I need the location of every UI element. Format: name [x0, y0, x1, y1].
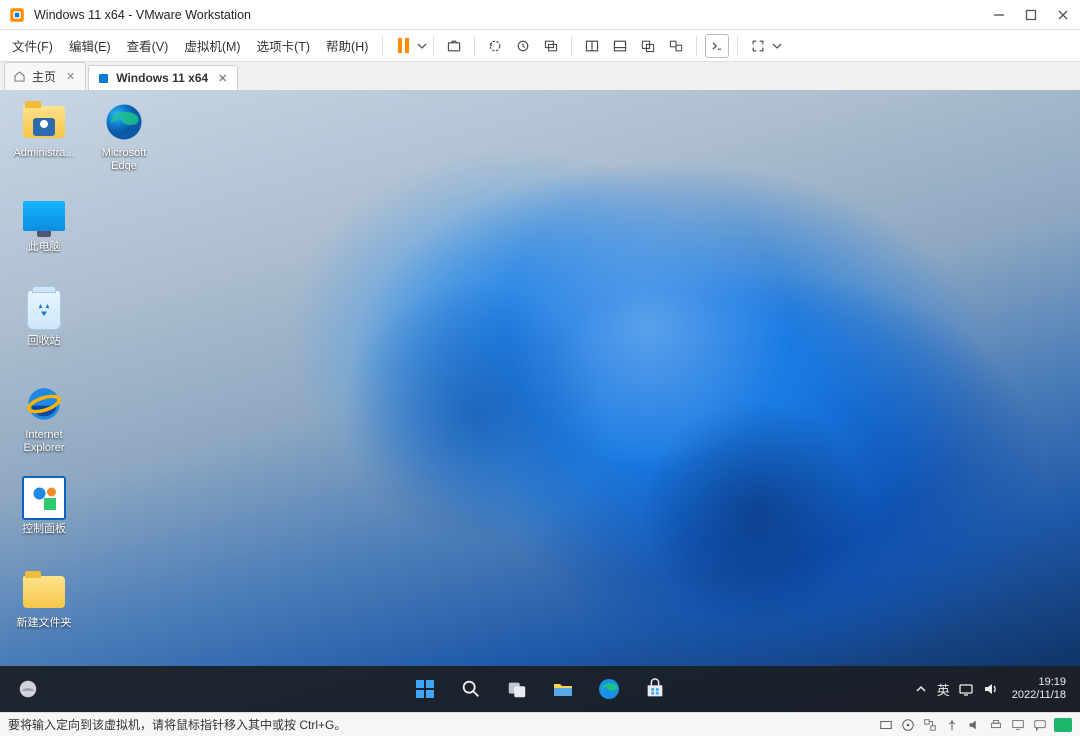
- toolbar-fullscreen-dropdown-icon[interactable]: [772, 41, 782, 51]
- desktop-icon-ie[interactable]: Internet Explorer: [8, 382, 80, 472]
- menu-view[interactable]: 查看(V): [119, 32, 177, 59]
- guest-viewport[interactable]: Administra... Microsoft Edge 此电脑 回收站: [0, 90, 1080, 712]
- file-explorer-icon: [551, 677, 575, 701]
- desktop-icon-new-folder-label: 新建文件夹: [17, 617, 72, 630]
- status-display-icon[interactable]: [1010, 717, 1026, 733]
- user-folder-icon: [22, 100, 66, 144]
- guest-taskbar: 英 19:19 2022/11/18: [0, 666, 1080, 712]
- tray-time: 19:19: [1012, 676, 1066, 689]
- status-network-icon[interactable]: [922, 717, 938, 733]
- taskbar-tray: 英 19:19 2022/11/18: [913, 676, 1072, 701]
- desktop-wallpaper: [0, 90, 1080, 712]
- status-disk-icon[interactable]: [878, 717, 894, 733]
- desktop-icon-recycle-bin-label: 回收站: [28, 335, 61, 348]
- desktop-icon-edge-label: Microsoft Edge: [88, 147, 160, 172]
- status-usb-icon[interactable]: [944, 717, 960, 733]
- tab-vm-close[interactable]: ✕: [218, 72, 227, 85]
- taskbar-store-button[interactable]: [635, 669, 675, 709]
- menu-edit[interactable]: 编辑(E): [61, 32, 119, 59]
- taskbar-edge-button[interactable]: [589, 669, 629, 709]
- host-status-hint: 要将输入定向到该虚拟机，请将鼠标指针移入其中或按 Ctrl+G。: [8, 716, 346, 733]
- home-icon: [13, 70, 26, 83]
- toolbar-manage-snapshots-button[interactable]: [539, 34, 563, 58]
- taskbar-search-button[interactable]: [451, 669, 491, 709]
- tray-network-icon[interactable]: [958, 681, 974, 697]
- host-statusbar: 要将输入定向到该虚拟机，请将鼠标指针移入其中或按 Ctrl+G。: [0, 712, 1080, 736]
- vm-icon: [97, 72, 110, 85]
- taskbar-explorer-button[interactable]: [543, 669, 583, 709]
- desktop-icon-control-panel[interactable]: 控制面板: [8, 476, 80, 566]
- status-message-icon[interactable]: [1032, 717, 1048, 733]
- search-icon: [460, 678, 482, 700]
- menu-file[interactable]: 文件(F): [4, 32, 61, 59]
- host-tabbar: 主页 ✕ Windows 11 x64 ✕: [0, 62, 1080, 90]
- control-panel-icon: [22, 476, 66, 520]
- toolbar-pause-dropdown-icon[interactable]: [417, 41, 427, 51]
- folder-icon: [22, 570, 66, 614]
- desktop-icon-this-pc-label: 此电脑: [28, 241, 61, 254]
- desktop-icon-ie-label: Internet Explorer: [8, 429, 80, 454]
- menu-help[interactable]: 帮助(H): [318, 32, 376, 59]
- status-printer-icon[interactable]: [988, 717, 1004, 733]
- tray-chevron-up-icon[interactable]: [913, 681, 929, 697]
- toolbar-console-button[interactable]: [705, 34, 729, 58]
- toolbar-snapshot-button[interactable]: [442, 34, 466, 58]
- recycle-bin-icon: [22, 288, 66, 332]
- status-sound-icon[interactable]: [966, 717, 982, 733]
- desktop-icon-this-pc[interactable]: 此电脑: [8, 194, 80, 284]
- toolbar-fullscreen-button[interactable]: [746, 34, 770, 58]
- taskbar-center-group: [405, 669, 675, 709]
- desktop-icon-admin-folder[interactable]: Administra...: [8, 100, 80, 190]
- tray-clock[interactable]: 19:19 2022/11/18: [1006, 676, 1072, 701]
- tab-vm-label: Windows 11 x64: [116, 71, 208, 85]
- toolbar-thumbnail-button[interactable]: [608, 34, 632, 58]
- tab-home[interactable]: 主页 ✕: [4, 62, 86, 90]
- desktop-icon-grid: Administra... Microsoft Edge 此电脑 回收站: [8, 100, 160, 660]
- tray-date: 2022/11/18: [1012, 689, 1066, 702]
- taskbar-start-button[interactable]: [405, 669, 445, 709]
- tray-volume-icon[interactable]: [982, 681, 998, 697]
- tab-home-label: 主页: [32, 68, 56, 85]
- desktop-icon-control-panel-label: 控制面板: [22, 523, 66, 536]
- task-view-icon: [506, 678, 528, 700]
- toolbar-pause-button[interactable]: [391, 34, 415, 58]
- toolbar-take-snapshot-button[interactable]: [511, 34, 535, 58]
- edge-icon: [597, 677, 621, 701]
- internet-explorer-icon: [22, 382, 66, 426]
- this-pc-icon: [22, 194, 66, 238]
- host-window-title: Windows 11 x64 - VMware Workstation: [34, 8, 990, 22]
- taskbar-task-view-button[interactable]: [497, 669, 537, 709]
- desktop-icon-new-folder[interactable]: 新建文件夹: [8, 570, 80, 660]
- widgets-icon: [17, 678, 39, 700]
- store-icon: [644, 678, 666, 700]
- toolbar-single-window-button[interactable]: [580, 34, 604, 58]
- toolbar-revert-snapshot-button[interactable]: [483, 34, 507, 58]
- toolbar-unity-button[interactable]: [664, 34, 688, 58]
- menu-tabs[interactable]: 选项卡(T): [249, 32, 318, 59]
- host-maximize-button[interactable]: [1022, 6, 1040, 24]
- host-close-button[interactable]: [1054, 6, 1072, 24]
- status-cd-icon[interactable]: [900, 717, 916, 733]
- desktop-icon-edge[interactable]: Microsoft Edge: [88, 100, 160, 190]
- taskbar-widgets-button[interactable]: [10, 671, 46, 707]
- desktop-icon-admin-label: Administra...: [13, 147, 74, 160]
- tab-vm[interactable]: Windows 11 x64 ✕: [88, 65, 238, 90]
- host-minimize-button[interactable]: [990, 6, 1008, 24]
- menu-vm[interactable]: 虚拟机(M): [176, 32, 248, 59]
- tab-home-close[interactable]: ✕: [66, 70, 75, 83]
- start-icon: [413, 677, 437, 701]
- host-menubar: 文件(F) 编辑(E) 查看(V) 虚拟机(M) 选项卡(T) 帮助(H): [0, 30, 1080, 62]
- edge-icon: [102, 100, 146, 144]
- host-titlebar: Windows 11 x64 - VMware Workstation: [0, 0, 1080, 30]
- status-vm-running-indicator[interactable]: [1054, 718, 1072, 732]
- tray-ime-indicator[interactable]: 英: [937, 681, 950, 697]
- desktop-icon-recycle-bin[interactable]: 回收站: [8, 288, 80, 378]
- toolbar-quick-switch-button[interactable]: [636, 34, 660, 58]
- vmware-app-icon: [8, 6, 26, 24]
